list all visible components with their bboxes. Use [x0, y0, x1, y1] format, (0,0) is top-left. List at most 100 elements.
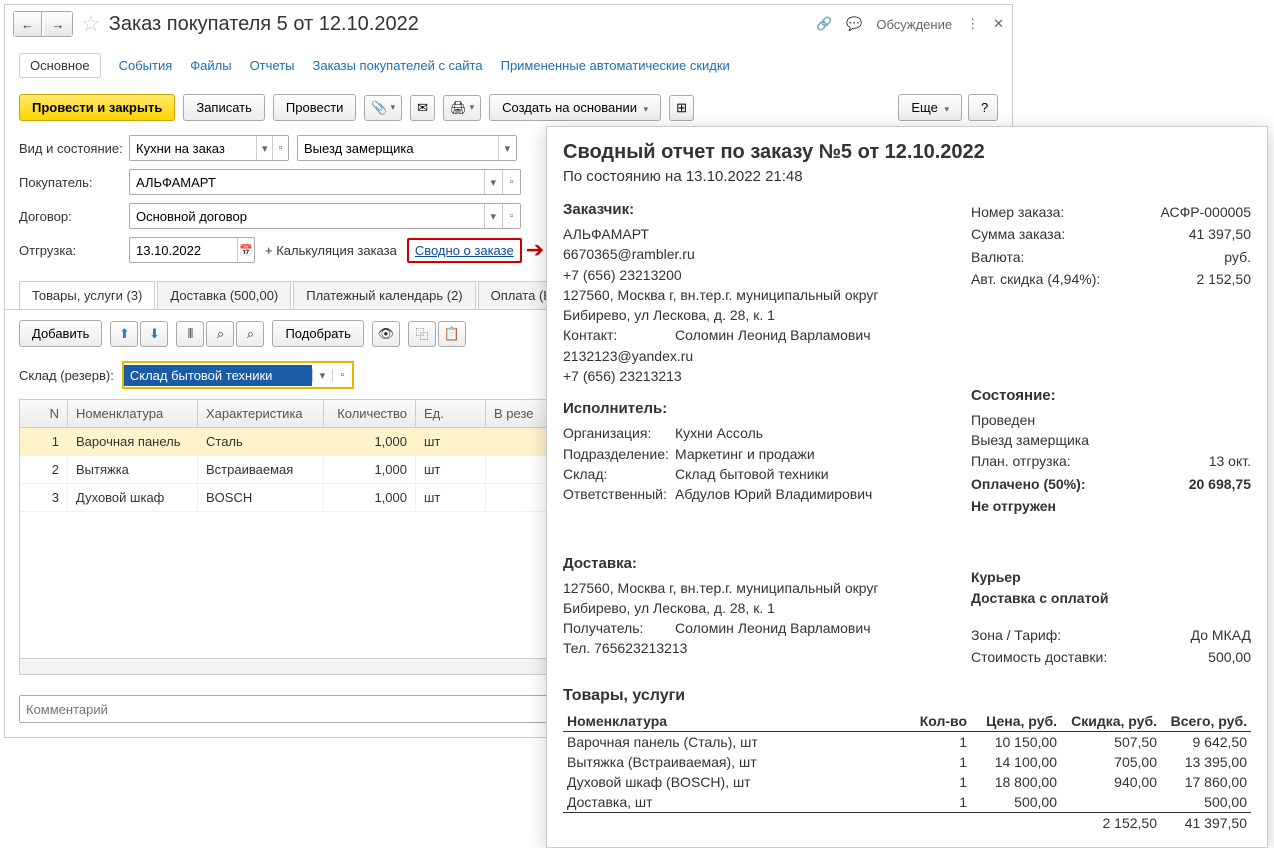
report-kv: Авт. скидка (4,94%):2 152,50 — [971, 268, 1251, 290]
scan2-icon[interactable]: ⌕ — [236, 321, 264, 347]
state-field[interactable]: ▾ — [297, 135, 517, 161]
resp-value: Абдулов Юрий Владимирович — [675, 484, 872, 504]
open-icon[interactable]: ▫ — [502, 170, 520, 194]
subtab-reports[interactable]: Отчеты — [250, 58, 295, 73]
products-table: Номенклатура Кол-во Цена, руб. Скидка, р… — [563, 711, 1251, 833]
print-button[interactable]: 🖨▾ — [443, 95, 481, 121]
contract-field[interactable]: ▾▫ — [129, 203, 521, 229]
ship-date-field[interactable]: 📅 — [129, 237, 255, 263]
struct-button[interactable]: ⊞ — [669, 95, 694, 121]
add-button[interactable]: Добавить — [19, 320, 102, 347]
chevron-down-icon[interactable]: ▾ — [484, 170, 502, 194]
mail-button[interactable]: ✉ — [410, 95, 435, 121]
contact-phone: +7 (656) 23213213 — [563, 366, 947, 386]
buyer-field[interactable]: ▾▫ — [129, 169, 521, 195]
customer-address: 127560, Москва г, вн.тер.г. муниципальны… — [563, 285, 947, 326]
report-title: Сводный отчет по заказу №5 от 12.10.2022 — [563, 141, 1251, 164]
tab-delivery[interactable]: Доставка (500,00) — [157, 281, 291, 309]
subtab-discounts[interactable]: Примененные автоматические скидки — [501, 58, 730, 73]
total-discount: 2 152,50 — [1061, 812, 1161, 833]
discuss-label[interactable]: Обсуждение — [876, 17, 952, 32]
preview-icon[interactable]: 👁 — [372, 321, 400, 347]
contact-label: Контакт: — [563, 325, 675, 345]
chevron-down-icon[interactable]: ▾ — [312, 369, 332, 382]
col-nom[interactable]: Номенклатура — [68, 400, 198, 427]
discuss-icon[interactable]: 💬 — [846, 16, 862, 32]
move-down-icon[interactable]: ⬇ — [140, 321, 168, 347]
open-icon[interactable]: ▫ — [502, 204, 520, 228]
paste-icon[interactable]: 📋 — [438, 321, 466, 347]
warehouse-field[interactable]: ▾ ▫ — [122, 361, 354, 389]
subtab-siteorders[interactable]: Заказы покупателей с сайта — [313, 58, 483, 73]
th-qty: Кол-во — [911, 711, 971, 732]
th-total: Всего, руб. — [1161, 711, 1251, 732]
create-based-button[interactable]: Создать на основании ▾ — [489, 94, 661, 121]
product-row: Доставка, шт1500,00500,00 — [563, 792, 1251, 813]
back-button[interactable]: ← — [14, 12, 42, 36]
plan-value: 13 окт. — [1209, 450, 1251, 472]
product-row: Варочная панель (Сталь), шт110 150,00507… — [563, 731, 1251, 752]
delivery-tel: Тел. 765623213213 — [563, 638, 947, 658]
exec-heading: Исполнитель: — [563, 400, 947, 417]
help-button[interactable]: ? — [968, 94, 998, 121]
th-price: Цена, руб. — [971, 711, 1061, 732]
summary-report: Сводный отчет по заказу №5 от 12.10.2022… — [546, 126, 1268, 848]
chevron-down-icon[interactable]: ▾ — [484, 204, 502, 228]
more-button[interactable]: Еще ▾ — [898, 94, 962, 121]
chevron-down-icon[interactable]: ▾ — [498, 136, 516, 160]
dept-value: Маркетинг и продажи — [675, 444, 815, 464]
copy-icon[interactable]: ⿻ — [408, 321, 436, 347]
pick-button[interactable]: Подобрать — [272, 320, 363, 347]
type-field[interactable]: ▾▫ — [129, 135, 289, 161]
menu-icon[interactable]: ⋮ — [966, 16, 979, 32]
subtab-events[interactable]: События — [119, 58, 173, 73]
delivery-address: 127560, Москва г, вн.тер.г. муниципальны… — [563, 578, 947, 619]
type-label: Вид и состояние: — [19, 141, 129, 156]
dcost-value: 500,00 — [1208, 646, 1251, 668]
org-label: Организация: — [563, 423, 675, 443]
close-icon[interactable]: ✕ — [993, 16, 1004, 32]
col-n[interactable]: N — [20, 400, 68, 427]
save-button[interactable]: Записать — [183, 94, 265, 121]
customer-name: АЛЬФАМАРТ — [563, 224, 947, 244]
tab-paycal[interactable]: Платежный календарь (2) — [293, 281, 475, 309]
attach-button[interactable]: 📎▾ — [364, 95, 402, 121]
post-close-button[interactable]: Провести и закрыть — [19, 94, 175, 121]
chevron-down-icon[interactable]: ▾ — [256, 136, 272, 160]
col-unit[interactable]: Ед. — [416, 400, 486, 427]
titlebar: ← → ☆ Заказ покупателя 5 от 12.10.2022 🔗… — [5, 5, 1012, 43]
subtab-files[interactable]: Файлы — [190, 58, 231, 73]
barcode-icon[interactable]: ⦀ — [176, 321, 204, 347]
warehouse-label: Склад (резерв): — [19, 368, 114, 383]
total-sum: 41 397,50 — [1161, 812, 1251, 833]
toolbar: Провести и закрыть Записать Провести 📎▾ … — [5, 88, 1012, 131]
open-icon[interactable]: ▫ — [332, 369, 352, 381]
state-line-2: Выезд замерщика — [971, 430, 1251, 450]
favorite-icon[interactable]: ☆ — [81, 11, 101, 37]
move-up-icon[interactable]: ⬆ — [110, 321, 138, 347]
contract-label: Договор: — [19, 209, 129, 224]
calc-link[interactable]: + Калькуляция заказа — [265, 243, 397, 258]
subtab-main[interactable]: Основное — [19, 53, 101, 78]
col-qty[interactable]: Количество — [324, 400, 416, 427]
open-icon[interactable]: ▫ — [272, 136, 288, 160]
zone-value: До МКАД — [1191, 624, 1251, 646]
contact-email: 2132123@yandex.ru — [563, 346, 947, 366]
summary-link[interactable]: Сводно о заказе — [407, 238, 522, 263]
calendar-icon[interactable]: 📅 — [237, 238, 254, 262]
col-char[interactable]: Характеристика — [198, 400, 324, 427]
scan-icon[interactable]: ⌕ — [206, 321, 234, 347]
forward-button[interactable]: → — [44, 12, 72, 36]
delivery-pay: Доставка с оплатой — [971, 588, 1251, 608]
recv-value: Соломин Леонид Варламович — [675, 618, 871, 638]
paid-value: 20 698,75 — [1189, 473, 1251, 495]
org-value: Кухни Ассоль — [675, 423, 763, 443]
report-kv: Сумма заказа:41 397,50 — [971, 223, 1251, 245]
report-kv: Номер заказа:АСФР-000005 — [971, 201, 1251, 223]
window-title: Заказ покупателя 5 от 12.10.2022 — [109, 13, 419, 36]
customer-phone: +7 (656) 23213200 — [563, 265, 947, 285]
link-icon[interactable]: 🔗 — [816, 16, 832, 32]
th-nom: Номенклатура — [563, 711, 911, 732]
post-button[interactable]: Провести — [273, 94, 357, 121]
tab-goods[interactable]: Товары, услуги (3) — [19, 281, 155, 309]
